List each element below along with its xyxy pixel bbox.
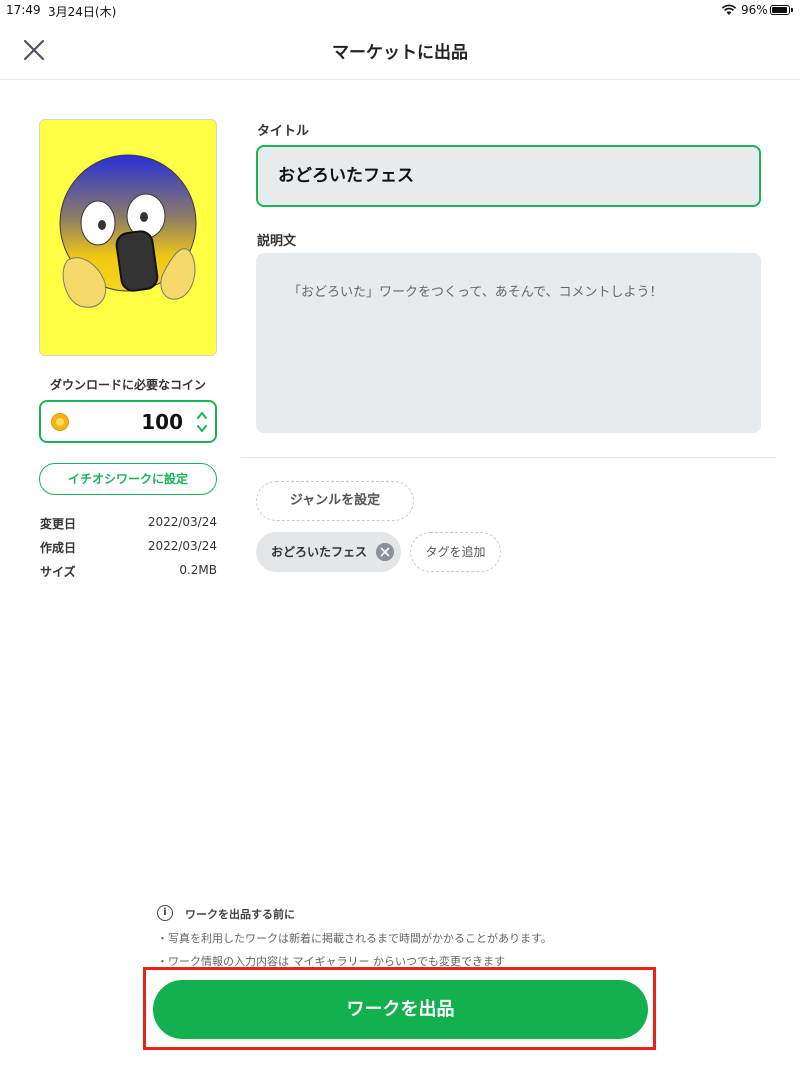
size-label: サイズ (40, 565, 76, 579)
status-date: 3月24日(木) (48, 5, 117, 19)
work-thumbnail[interactable] (39, 119, 217, 356)
created-date-label: 作成日 (40, 541, 77, 555)
description-textarea[interactable]: 「おどろいた」ワークをつくって、あそんで、コメントしよう！ (256, 253, 761, 433)
info-icon: i (157, 905, 173, 921)
note-line-1: ・写真を利用したワークは新着に掲載されるまで時間がかかることがあります。 (157, 932, 552, 945)
tag-chip: おどろいたフェス (256, 532, 401, 572)
title-label: タイトル (257, 124, 310, 139)
stepper-arrows-icon[interactable] (195, 408, 209, 436)
section-divider (241, 457, 776, 458)
set-genre-button[interactable]: ジャンルを設定 (256, 481, 414, 521)
tag-chip-label: おどろいたフェス (271, 545, 368, 559)
add-tag-button[interactable]: タグを追加 (410, 532, 501, 572)
set-featured-button[interactable]: イチオシワークに設定 (39, 463, 217, 495)
title-input[interactable]: おどろいたフェス (256, 145, 761, 207)
shocked-face-image (59, 154, 197, 308)
publish-work-button[interactable]: ワークを出品 (153, 980, 648, 1039)
status-bar: 17:49 3月24日(木) 96% (0, 0, 800, 20)
coin-value: 100 (141, 410, 183, 434)
modified-date-label: 変更日 (40, 517, 77, 531)
modified-date-value: 2022/03/24 (147, 515, 217, 529)
coin-label: ダウンロードに必要なコイン (49, 378, 206, 392)
notes-title: ワークを出品する前に (185, 908, 295, 921)
remove-tag-icon[interactable] (376, 543, 394, 561)
header-divider (0, 79, 800, 80)
battery-percent: 96% (741, 3, 768, 17)
battery-icon (770, 5, 790, 15)
description-label: 説明文 (257, 234, 297, 249)
page-title: マーケットに出品 (332, 43, 468, 63)
created-date-value: 2022/03/24 (147, 539, 217, 553)
wifi-icon (721, 4, 737, 15)
status-time: 17:49 (6, 3, 41, 17)
coin-stepper-field[interactable]: 100 (39, 400, 217, 443)
battery-tip (791, 8, 793, 12)
coin-icon (51, 413, 69, 431)
size-value: 0.2MB (179, 563, 217, 577)
